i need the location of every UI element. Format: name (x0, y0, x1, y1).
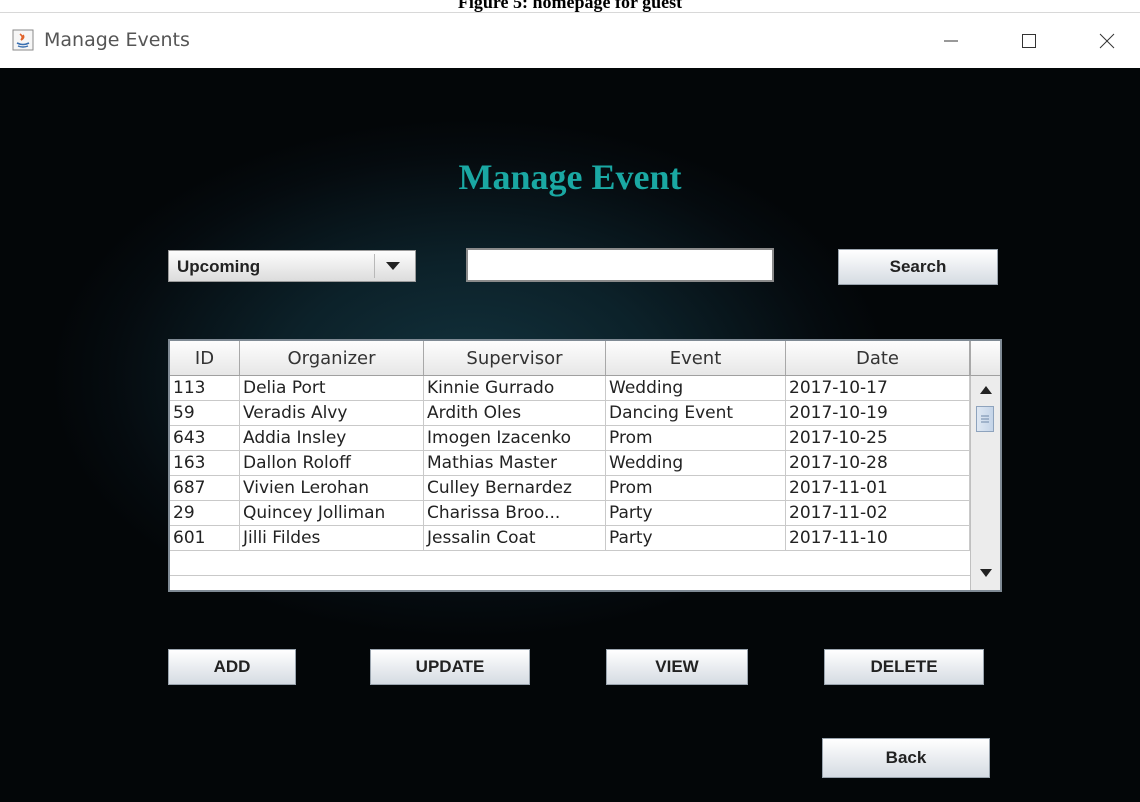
main-panel: Manage Event Upcoming Search ID Organize… (0, 68, 1140, 802)
cell-supervisor: Charissa Broo... (424, 501, 606, 525)
cell-supervisor: Mathias Master (424, 451, 606, 475)
cell-date: 2017-10-25 (786, 426, 970, 450)
arrow-down-icon (980, 569, 992, 577)
table-body: 113 Delia Port Kinnie Gurrado Wedding 20… (170, 376, 970, 576)
cell-event: Dancing Event (606, 401, 786, 425)
minimize-button[interactable] (928, 23, 974, 59)
view-button[interactable]: VIEW (606, 649, 748, 685)
cell-event: Party (606, 501, 786, 525)
update-button[interactable]: UPDATE (370, 649, 530, 685)
cell-id: 643 (170, 426, 240, 450)
cell-date: 2017-10-19 (786, 401, 970, 425)
cell-organizer: Vivien Lerohan (240, 476, 424, 500)
cell-id: 29 (170, 501, 240, 525)
cell-date: 2017-11-02 (786, 501, 970, 525)
table-scrollbar[interactable] (970, 376, 1000, 590)
column-header-date[interactable]: Date (786, 341, 970, 375)
grip-icon (981, 415, 989, 423)
column-header-organizer[interactable]: Organizer (240, 341, 424, 375)
column-header-event[interactable]: Event (606, 341, 786, 375)
scroll-down-button[interactable] (971, 562, 1000, 584)
cell-event: Prom (606, 476, 786, 500)
add-button[interactable]: ADD (168, 649, 296, 685)
cell-organizer: Dallon Roloff (240, 451, 424, 475)
cell-event: Wedding (606, 376, 786, 400)
maximize-icon (1022, 34, 1036, 48)
cell-supervisor: Ardith Oles (424, 401, 606, 425)
scrollbar-thumb[interactable] (976, 406, 994, 432)
table-header: ID Organizer Supervisor Event Date (170, 341, 970, 376)
cell-supervisor: Kinnie Gurrado (424, 376, 606, 400)
search-input[interactable] (466, 248, 774, 282)
cell-organizer: Delia Port (240, 376, 424, 400)
cell-event: Party (606, 526, 786, 550)
cell-id: 113 (170, 376, 240, 400)
scroll-up-button[interactable] (971, 380, 1000, 400)
cell-supervisor: Imogen Izacenko (424, 426, 606, 450)
cell-organizer: Addia Insley (240, 426, 424, 450)
window-titlebar: Manage Events (0, 12, 1140, 69)
figure-caption-text: Figure 5: homepage for guest (457, 0, 683, 12)
cell-id: 687 (170, 476, 240, 500)
table-row[interactable]: 163 Dallon Roloff Mathias Master Wedding… (170, 451, 970, 476)
cell-date: 2017-10-28 (786, 451, 970, 475)
cell-supervisor: Culley Bernardez (424, 476, 606, 500)
column-header-id[interactable]: ID (170, 341, 240, 375)
close-button[interactable] (1084, 23, 1130, 59)
cell-event: Prom (606, 426, 786, 450)
table-header-corner (970, 341, 1000, 376)
back-button[interactable]: Back (822, 738, 990, 778)
window-title: Manage Events (44, 29, 190, 51)
table-row[interactable]: 687 Vivien Lerohan Culley Bernardez Prom… (170, 476, 970, 501)
cell-id: 601 (170, 526, 240, 550)
filter-dropdown[interactable]: Upcoming (168, 250, 416, 282)
cell-supervisor: Jessalin Coat (424, 526, 606, 550)
cell-organizer: Jilli Fildes (240, 526, 424, 550)
cell-date: 2017-11-10 (786, 526, 970, 550)
cell-event: Wedding (606, 451, 786, 475)
search-button[interactable]: Search (838, 249, 998, 285)
chevron-down-icon (386, 261, 400, 270)
maximize-button[interactable] (1006, 23, 1052, 59)
filter-selected-value: Upcoming (177, 257, 261, 276)
table-row-partial[interactable] (170, 551, 970, 576)
cell-organizer: Quincey Jolliman (240, 501, 424, 525)
delete-button[interactable]: DELETE (824, 649, 984, 685)
cell-organizer: Veradis Alvy (240, 401, 424, 425)
java-app-icon (12, 29, 34, 51)
cell-date: 2017-10-17 (786, 376, 970, 400)
table-row[interactable]: 113 Delia Port Kinnie Gurrado Wedding 20… (170, 376, 970, 401)
minimize-icon (944, 40, 958, 42)
table-row[interactable]: 643 Addia Insley Imogen Izacenko Prom 20… (170, 426, 970, 451)
dropdown-arrow[interactable] (374, 254, 411, 278)
cell-id: 59 (170, 401, 240, 425)
cell-id: 163 (170, 451, 240, 475)
table-row[interactable]: 29 Quincey Jolliman Charissa Broo... Par… (170, 501, 970, 526)
column-header-supervisor[interactable]: Supervisor (424, 341, 606, 375)
page-title: Manage Event (458, 157, 682, 197)
arrow-up-icon (980, 386, 992, 394)
table-row[interactable]: 601 Jilli Fildes Jessalin Coat Party 201… (170, 526, 970, 551)
close-icon (1099, 33, 1115, 49)
events-table[interactable]: ID Organizer Supervisor Event Date 113 D… (168, 339, 1002, 592)
figure-caption: Figure 5: homepage for guest (0, 0, 1140, 12)
cell-date: 2017-11-01 (786, 476, 970, 500)
table-row[interactable]: 59 Veradis Alvy Ardith Oles Dancing Even… (170, 401, 970, 426)
